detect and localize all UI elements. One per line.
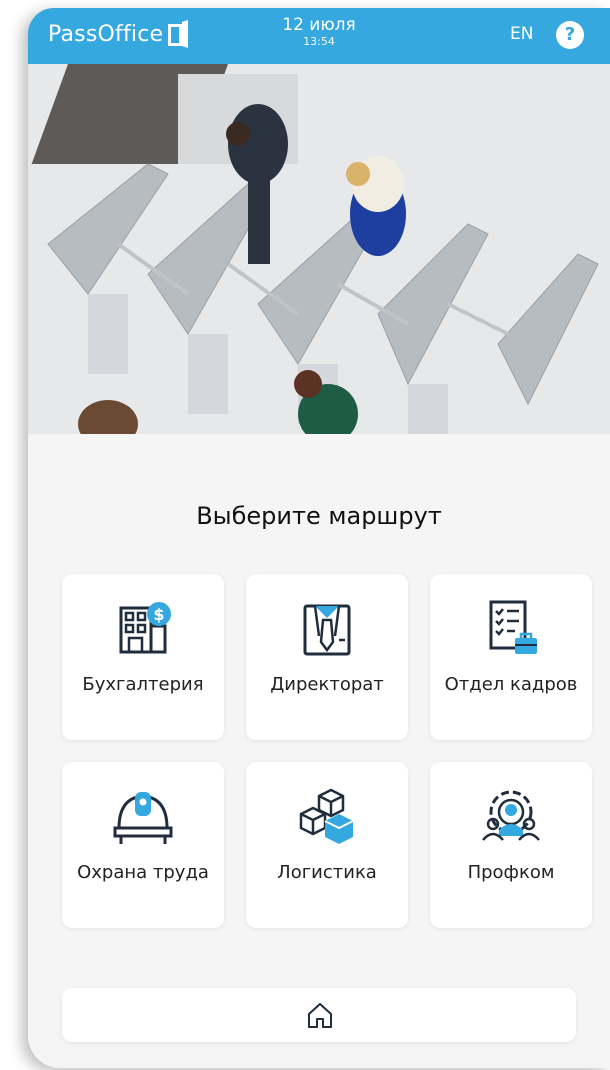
kiosk-screen: PassOffice 12 июля 13:54 EN ? Выберите м… <box>28 8 610 1068</box>
safety-helmet-icon <box>113 792 173 844</box>
route-card-directorate[interactable]: Директорат <box>246 574 408 740</box>
help-button[interactable]: ? <box>556 21 584 49</box>
route-card-union[interactable]: Профком <box>430 762 592 928</box>
home-button[interactable] <box>62 988 576 1042</box>
route-card-hr[interactable]: Отдел кадров <box>430 574 592 740</box>
language-switch[interactable]: EN <box>510 24 533 44</box>
route-label: Логистика <box>277 862 377 883</box>
hero-image <box>28 64 610 434</box>
top-bar: PassOffice 12 июля 13:54 EN ? <box>28 8 610 64</box>
logistics-boxes-icon <box>299 788 354 844</box>
director-suit-icon <box>303 604 351 656</box>
route-label: Бухгалтерия <box>82 674 204 695</box>
page-title: Выберите маршрут <box>196 502 442 530</box>
union-gear-icon <box>482 790 540 841</box>
home-icon <box>308 1003 332 1028</box>
route-card-safety[interactable]: Охрана труда <box>62 762 224 928</box>
svg-text:$: $ <box>153 605 164 624</box>
route-label: Отдел кадров <box>444 674 578 695</box>
turnstile-lobby-illustration <box>28 64 610 434</box>
route-label: Профком <box>467 862 555 883</box>
route-label: Охрана труда <box>77 862 209 883</box>
hr-checklist-icon <box>489 600 537 654</box>
route-card-accounting[interactable]: $ Бухгалтерия <box>62 574 224 740</box>
route-card-logistics[interactable]: Логистика <box>246 762 408 928</box>
accounting-building-icon: $ <box>119 602 171 654</box>
route-label: Директорат <box>270 674 384 695</box>
